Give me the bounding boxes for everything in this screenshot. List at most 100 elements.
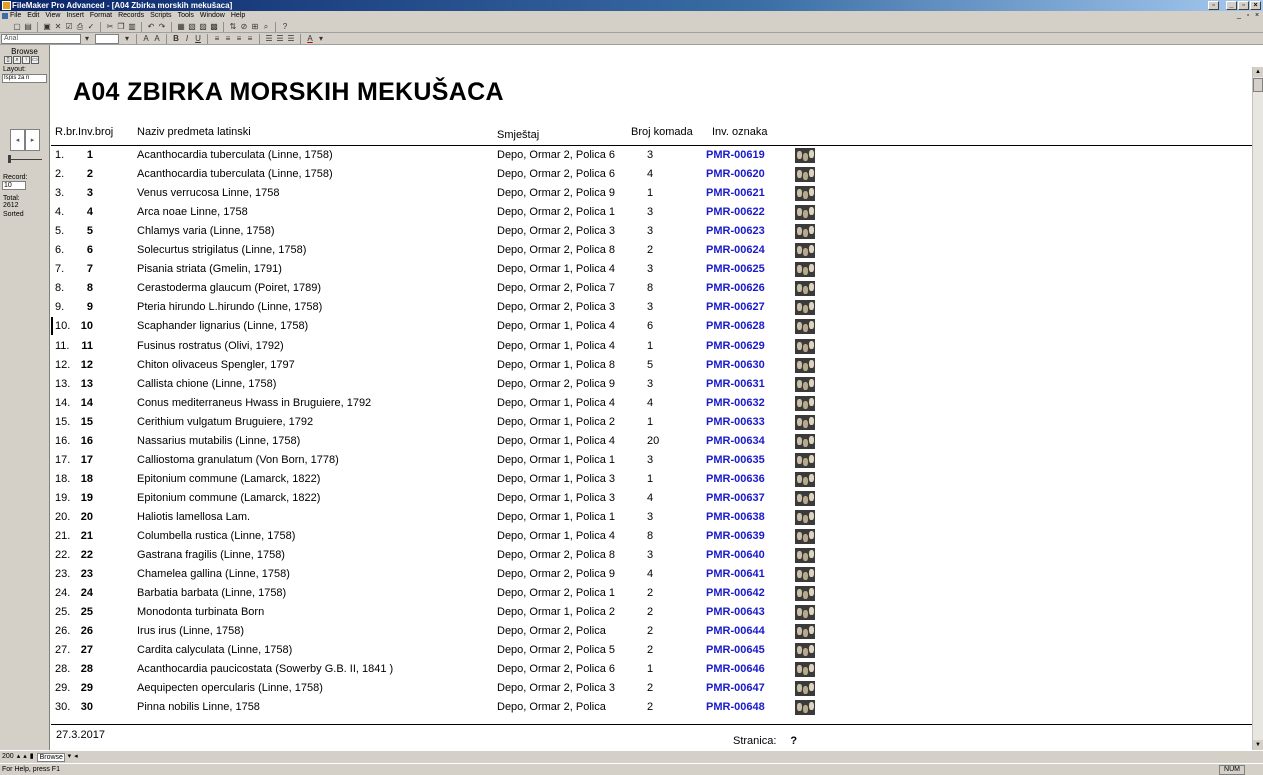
inv-oznaka[interactable]: PMR-00626 xyxy=(706,282,765,294)
inv-oznaka[interactable]: PMR-00619 xyxy=(706,149,765,161)
table-row[interactable]: 30. 30 Pinna nobilis Linne, 1758 Depo, Orma… xyxy=(51,698,1252,717)
close-button[interactable]: × xyxy=(1250,1,1261,10)
line-spacing-icon[interactable]: ☰ xyxy=(264,34,274,44)
table-row[interactable]: 9. 9 Pteria hirundo L.hirundo (Linne, 1758… xyxy=(51,298,1252,317)
zoom-out-icon[interactable]: ▴ xyxy=(17,751,21,763)
specimen-photo-thumbnail[interactable] xyxy=(795,529,815,544)
table-row[interactable]: 18. 18 Epitonium commune (Lamarck, 1822) De… xyxy=(51,470,1252,489)
new-record-icon[interactable]: ▣ xyxy=(42,22,52,32)
table-row[interactable]: 15. 15 Cerithium vulgatum Bruguiere, 1792 D… xyxy=(51,413,1252,432)
italic-icon[interactable]: I xyxy=(182,34,192,44)
inv-oznaka[interactable]: PMR-00646 xyxy=(706,663,765,675)
specimen-photo-thumbnail[interactable] xyxy=(795,414,815,430)
inv-oznaka[interactable]: PMR-00640 xyxy=(706,549,765,561)
copy-icon[interactable]: ❐ xyxy=(116,22,126,32)
layout-select[interactable]: Ispis za n xyxy=(2,74,47,83)
font-larger-icon[interactable]: A xyxy=(152,34,162,44)
scroll-up-icon[interactable]: ▲ xyxy=(1253,67,1263,77)
specimen-photo-thumbnail[interactable] xyxy=(795,281,815,297)
table-row[interactable]: 8. 8 Cerastoderma glaucum (Poiret, 1789) De… xyxy=(51,279,1252,298)
menu-records[interactable]: Records xyxy=(118,11,144,21)
specimen-photo-thumbnail[interactable] xyxy=(795,452,815,468)
justify-icon[interactable]: ≡ xyxy=(245,34,255,44)
inv-oznaka[interactable]: PMR-00638 xyxy=(706,511,765,523)
redo-icon[interactable]: ↷ xyxy=(157,22,167,32)
specimen-photo-thumbnail[interactable] xyxy=(795,300,815,316)
inv-oznaka[interactable]: PMR-00636 xyxy=(706,473,765,485)
table-row[interactable]: 6. 6 Solecurtus strigilatus (Linne, 1758) D… xyxy=(51,241,1252,260)
restore-icon[interactable]: ▫ xyxy=(1208,1,1219,10)
layout-mode-icon[interactable]: ▨ xyxy=(198,22,208,32)
inv-oznaka[interactable]: PMR-00621 xyxy=(706,187,765,199)
sort-icon[interactable]: ⇅ xyxy=(228,22,238,32)
table-row[interactable]: 17. 17 Calliostoma granulatum (Von Born, 1… xyxy=(51,451,1252,470)
preview-mode-icon[interactable]: ▩ xyxy=(209,22,219,32)
table-row[interactable]: 29. 29 Aequipecten opercularis (Linne, 175… xyxy=(51,679,1252,698)
align-center-icon[interactable]: ≡ xyxy=(223,34,233,44)
find-mode-icon[interactable]: ▧ xyxy=(187,22,197,32)
specimen-photo-thumbnail[interactable] xyxy=(795,471,815,487)
mode-select[interactable]: Browse xyxy=(36,752,65,762)
omit-icon[interactable]: ⊘ xyxy=(239,22,249,32)
menu-help[interactable]: Help xyxy=(231,11,245,21)
cut-icon[interactable]: ✂ xyxy=(105,22,115,32)
inv-oznaka[interactable]: PMR-00633 xyxy=(706,416,765,428)
specimen-photo-thumbnail[interactable] xyxy=(795,490,815,506)
table-row[interactable]: 1. 1 Acanthocardia tuberculata (Linne, 175… xyxy=(51,146,1252,165)
specimen-photo-thumbnail[interactable] xyxy=(795,586,815,602)
browse-mode-icon[interactable]: ▦ xyxy=(176,22,186,32)
menu-file[interactable]: File xyxy=(10,11,21,21)
specimen-photo-thumbnail[interactable] xyxy=(795,624,815,640)
record-book-icon[interactable]: ◂ ▸ xyxy=(10,129,40,154)
table-row[interactable]: 20. 20 Haliotis lamellosa Lam. Depo, Ormar … xyxy=(51,508,1252,527)
record-number-input[interactable]: 10 xyxy=(2,181,26,190)
table-row[interactable]: 13. 13 Callista chione (Linne, 1758) Depo, … xyxy=(51,375,1252,394)
help-icon[interactable]: ? xyxy=(280,22,290,32)
paste-icon[interactable]: ▥ xyxy=(127,22,137,32)
specimen-photo-thumbnail[interactable] xyxy=(795,567,815,583)
table-row[interactable]: 24. 24 Barbatia barbata (Linne, 1758) Depo,… xyxy=(51,584,1252,603)
menu-window[interactable]: Window xyxy=(200,11,225,21)
bold-icon[interactable]: B xyxy=(171,34,181,44)
next-record-icon[interactable]: ▸ xyxy=(25,129,40,151)
inv-oznaka[interactable]: PMR-00644 xyxy=(706,625,765,637)
horizontal-scroll-left-icon[interactable]: ◂ xyxy=(74,751,78,763)
font-smaller-icon[interactable]: A xyxy=(141,34,151,44)
table-row[interactable]: 3. 3 Venus verrucosa Linne, 1758 Depo, Orma… xyxy=(51,184,1252,203)
minimize-button[interactable]: _ xyxy=(1226,1,1237,10)
document-icon[interactable] xyxy=(2,13,8,19)
specimen-photo-thumbnail[interactable] xyxy=(795,167,815,183)
menu-view[interactable]: View xyxy=(45,11,60,21)
specimen-photo-thumbnail[interactable] xyxy=(795,148,815,163)
specimen-photo-thumbnail[interactable] xyxy=(795,681,815,697)
inv-oznaka[interactable]: PMR-00639 xyxy=(706,530,765,542)
undo-icon[interactable]: ↶ xyxy=(146,22,156,32)
doc-minimize-button[interactable]: _ xyxy=(1235,12,1243,20)
table-row[interactable]: 26. 26 Irus irus (Linne, 1758) Depo, Ormar … xyxy=(51,622,1252,641)
window-title-bar[interactable]: FileMaker Pro Advanced - [A04 Zbirka mor… xyxy=(0,0,1263,11)
zoom-in-icon[interactable]: ▴ xyxy=(23,751,27,763)
layout-icon[interactable]: ↑ xyxy=(22,56,30,64)
browse-icon[interactable]: ▯ xyxy=(4,56,12,64)
specimen-photo-thumbnail[interactable] xyxy=(795,395,815,411)
inv-oznaka[interactable]: PMR-00622 xyxy=(706,206,765,218)
specimen-photo-thumbnail[interactable] xyxy=(795,643,815,659)
align-left-icon[interactable]: ≡ xyxy=(212,34,222,44)
preview-icon[interactable]: ▭ xyxy=(31,56,39,64)
inv-oznaka[interactable]: PMR-00631 xyxy=(706,378,765,390)
table-row[interactable]: 14. 14 Conus mediterraneus Hwass in Brugui… xyxy=(51,394,1252,413)
menu-scripts[interactable]: Scripts xyxy=(150,11,171,21)
text-color-icon[interactable]: A xyxy=(305,34,315,44)
font-select[interactable]: Arial xyxy=(1,33,81,44)
new-file-icon[interactable]: ▢ xyxy=(12,22,22,32)
table-row[interactable]: 16. 16 Nassarius mutabilis (Linne, 1758) De… xyxy=(51,432,1252,451)
specimen-photo-thumbnail[interactable] xyxy=(795,224,815,240)
find-icon[interactable]: ⌕ xyxy=(261,22,271,32)
inv-oznaka[interactable]: PMR-00624 xyxy=(706,244,765,256)
inv-oznaka[interactable]: PMR-00630 xyxy=(706,359,765,371)
align-right-icon[interactable]: ≡ xyxy=(234,34,244,44)
inv-oznaka[interactable]: PMR-00620 xyxy=(706,168,765,180)
specimen-photo-thumbnail[interactable] xyxy=(795,338,815,354)
table-row[interactable]: 21. 21 Columbella rustica (Linne, 1758) Dep… xyxy=(51,527,1252,546)
specimen-photo-thumbnail[interactable] xyxy=(795,433,815,449)
